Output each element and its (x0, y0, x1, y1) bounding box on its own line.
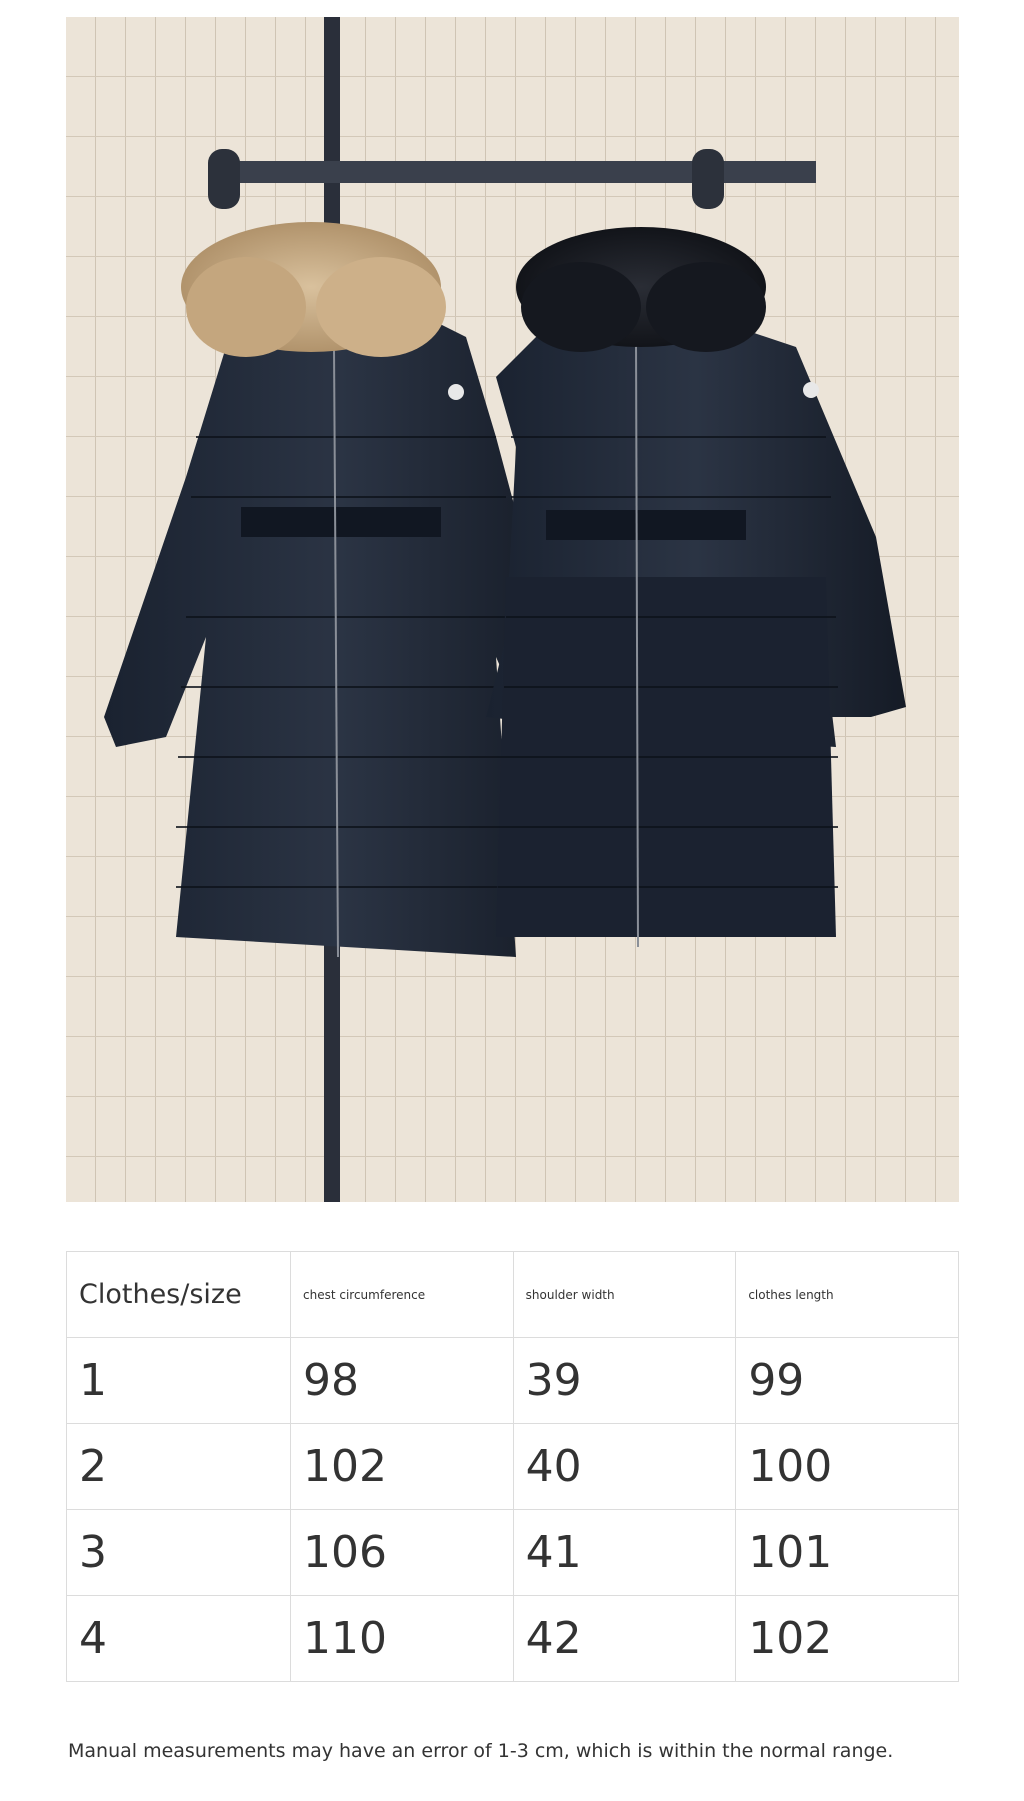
cell-chest: 106 (290, 1509, 514, 1596)
cell-length: 102 (735, 1595, 959, 1682)
size-chart-table: Clothes/size chest circumference shoulde… (66, 1251, 959, 1682)
header-size: Clothes/size (66, 1251, 291, 1338)
cell-length: 100 (735, 1423, 959, 1510)
cell-size: 1 (66, 1337, 291, 1424)
cell-chest: 102 (290, 1423, 514, 1510)
header-length: clothes length (735, 1251, 959, 1338)
cell-size: 3 (66, 1509, 291, 1596)
cell-length: 101 (735, 1509, 959, 1596)
product-photo (66, 17, 959, 1202)
cell-chest: 110 (290, 1595, 514, 1682)
table-row: 4 110 42 102 (66, 1595, 959, 1682)
cell-length: 99 (735, 1337, 959, 1424)
cell-chest: 98 (290, 1337, 514, 1424)
table-header-row: Clothes/size chest circumference shoulde… (66, 1251, 959, 1338)
table-row: 3 106 41 101 (66, 1509, 959, 1596)
cell-size: 2 (66, 1423, 291, 1510)
cell-shoulder: 39 (512, 1337, 737, 1424)
cell-shoulder: 42 (512, 1595, 737, 1682)
cell-shoulder: 40 (512, 1423, 737, 1510)
cell-shoulder: 41 (512, 1509, 737, 1596)
header-shoulder: shoulder width (512, 1251, 737, 1338)
table-row: 1 98 39 99 (66, 1337, 959, 1424)
header-chest: chest circumference (290, 1251, 514, 1338)
measurement-note: Manual measurements may have an error of… (68, 1740, 894, 1762)
table-row: 2 102 40 100 (66, 1423, 959, 1510)
cell-size: 4 (66, 1595, 291, 1682)
